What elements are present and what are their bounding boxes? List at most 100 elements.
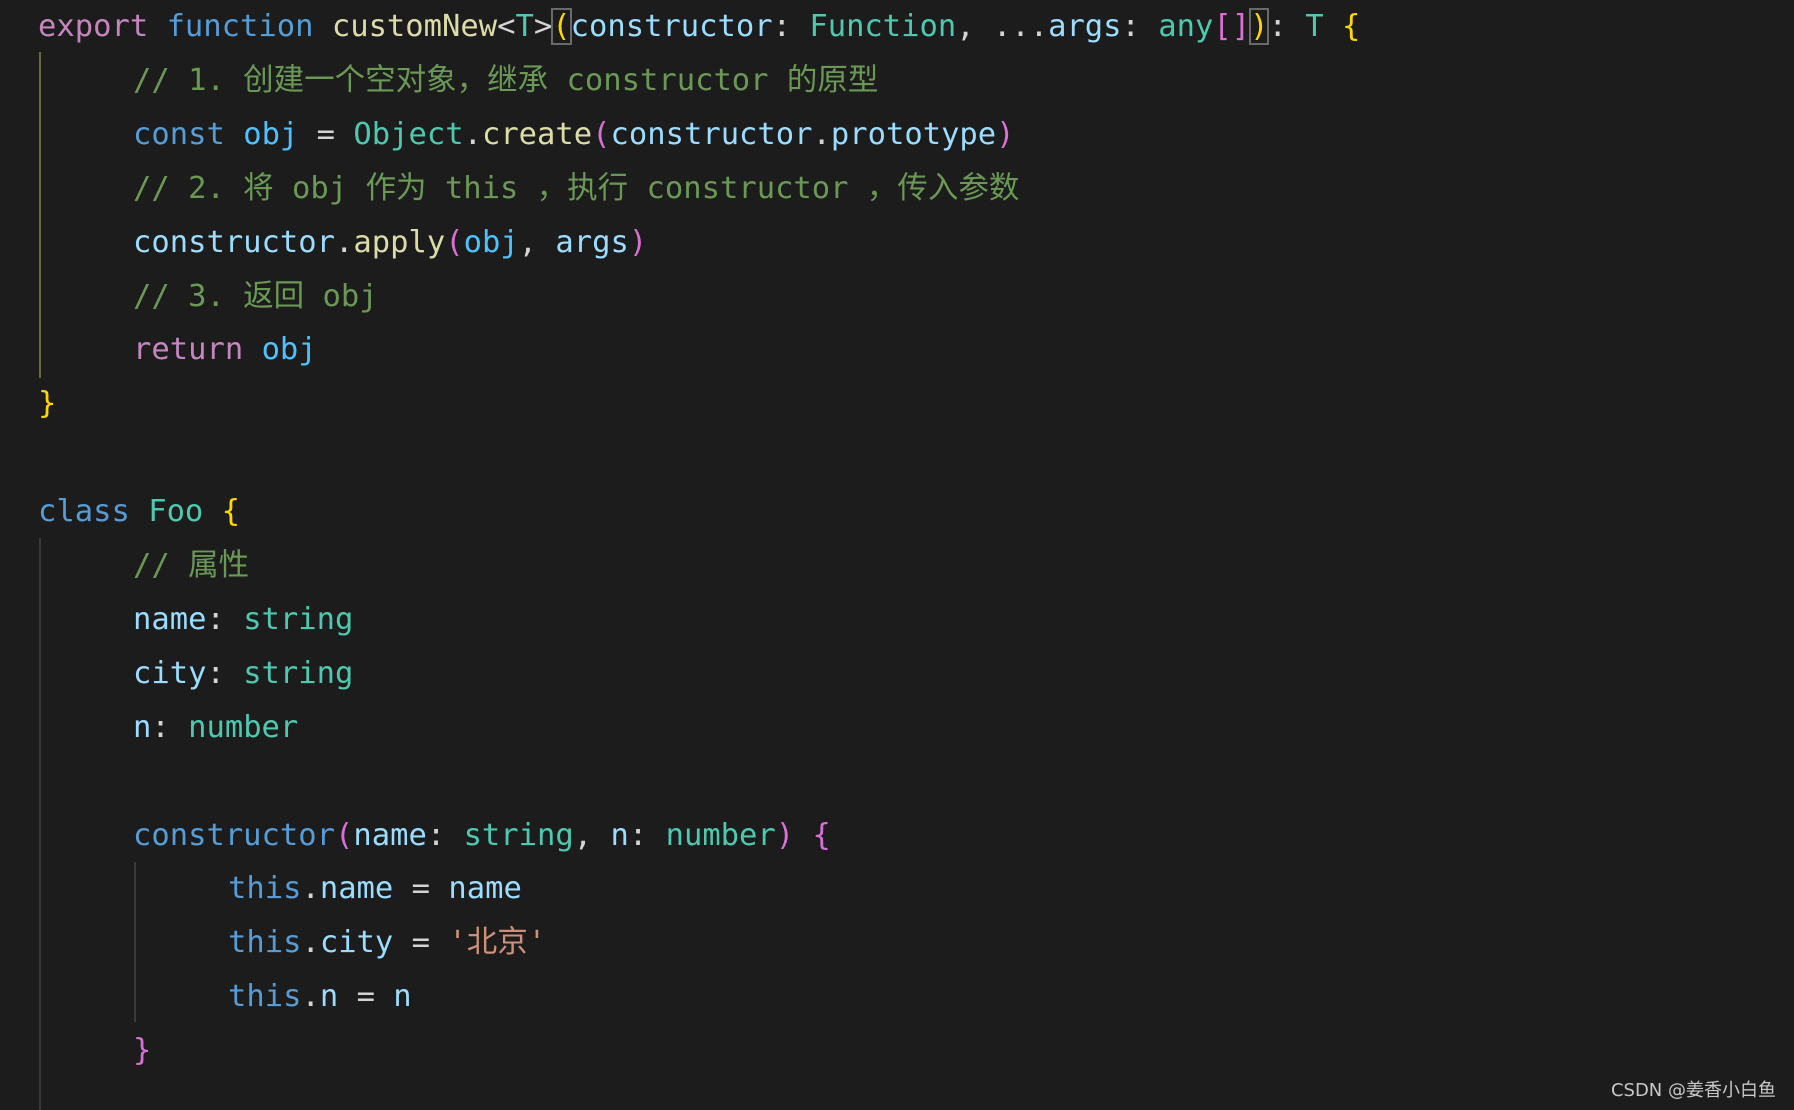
code-token: ) <box>775 817 795 853</box>
code-line[interactable]: } <box>38 377 56 431</box>
code-token: ) <box>996 116 1015 152</box>
code-token: : <box>426 817 464 853</box>
code-token: { <box>221 494 241 530</box>
code-token: ( <box>335 817 354 853</box>
code-line[interactable]: // 属性 <box>133 539 249 593</box>
code-token: . <box>812 116 831 152</box>
code-token: const <box>133 116 225 152</box>
code-token: '北京' <box>448 925 547 961</box>
code-token: // 3. 返回 obj <box>133 278 378 314</box>
code-token: obj <box>261 332 317 368</box>
code-token: n <box>393 979 412 1015</box>
code-token: . <box>301 979 320 1015</box>
code-token: } <box>133 1033 152 1069</box>
code-token: constructor <box>133 817 335 853</box>
code-token: , <box>518 224 556 260</box>
code-line[interactable]: this.city = '北京' <box>228 916 546 970</box>
code-token: < <box>497 9 516 44</box>
code-token: = <box>393 925 449 961</box>
code-line[interactable]: n: number <box>133 701 298 755</box>
code-token: string <box>463 817 574 853</box>
code-token: } <box>38 386 57 422</box>
code-token: ( <box>592 116 611 152</box>
code-token: . <box>301 925 320 961</box>
code-line[interactable]: constructor(name: string, n: number) { <box>133 809 831 863</box>
code-line[interactable]: constructor.apply(obj, args) <box>133 216 647 270</box>
code-token: { <box>1341 9 1361 44</box>
code-token: ( <box>551 8 572 45</box>
code-token: : <box>151 709 189 745</box>
code-token: , <box>573 817 611 853</box>
code-token: name <box>448 871 522 907</box>
code-line[interactable]: this.n = n <box>228 970 412 1024</box>
code-line[interactable]: const obj = Object.create(constructor.pr… <box>133 108 1015 162</box>
code-token: , <box>956 9 993 44</box>
code-token: this <box>228 925 302 961</box>
code-line[interactable]: // 3. 返回 obj <box>133 270 378 324</box>
code-token: : <box>772 9 810 44</box>
code-token: : <box>206 655 244 691</box>
code-token: obj <box>243 116 299 152</box>
code-line[interactable]: // 1. 创建一个空对象，继承 constructor 的原型 <box>133 54 878 108</box>
code-token: . <box>301 871 320 907</box>
code-token: = <box>338 979 394 1015</box>
code-token: constructor <box>133 224 335 260</box>
code-token: string <box>243 655 354 691</box>
indent-guide <box>39 538 41 1110</box>
code-token: obj <box>463 224 519 260</box>
code-token: : <box>206 601 244 637</box>
code-token: > <box>533 9 553 44</box>
code-token: number <box>188 709 299 745</box>
code-line[interactable]: } <box>133 1024 151 1078</box>
indent-guide <box>134 862 136 1022</box>
code-token: Foo <box>148 494 204 530</box>
code-token: constructor <box>610 116 813 152</box>
code-token: ( <box>445 224 464 260</box>
code-token: n <box>319 979 339 1015</box>
code-token: customNew <box>331 9 498 44</box>
code-token: prototype <box>830 116 997 152</box>
code-token: name <box>319 871 394 907</box>
code-token: name <box>353 817 427 853</box>
code-token: ) <box>1249 8 1270 45</box>
code-token: args <box>1048 9 1122 44</box>
code-token: class <box>38 494 130 530</box>
code-token: ) <box>628 224 648 260</box>
code-line[interactable]: export function customNew<T>(constructor… <box>38 0 1360 54</box>
code-token: name <box>133 601 207 637</box>
code-token: { <box>812 817 831 853</box>
code-token: Object <box>353 116 464 152</box>
code-token: Function <box>809 9 957 44</box>
code-token: function <box>166 9 314 44</box>
code-token: n <box>133 709 152 745</box>
code-token: apply <box>353 224 446 260</box>
code-token: create <box>481 116 593 152</box>
code-line[interactable]: this.name = name <box>228 862 522 916</box>
code-line[interactable]: return obj <box>133 323 317 377</box>
code-token: // 2. 将 obj 作为 this ，执行 constructor ，传入参… <box>133 170 1020 206</box>
code-line[interactable]: // 2. 将 obj 作为 this ，执行 constructor ，传入参… <box>133 162 1019 216</box>
code-line[interactable]: class Foo { <box>38 485 240 539</box>
code-token: return <box>133 332 244 368</box>
code-token: // 1. 创建一个空对象，继承 constructor 的原型 <box>133 62 879 98</box>
code-token: number <box>665 817 776 853</box>
code-token: : <box>1268 9 1306 44</box>
code-token: : <box>1121 9 1159 44</box>
code-token: args <box>555 224 629 260</box>
code-token: string <box>243 601 354 637</box>
code-token: n <box>610 817 629 853</box>
code-token: T <box>1305 9 1324 44</box>
code-token: any <box>1158 9 1214 44</box>
code-token: city <box>133 655 207 691</box>
code-editor[interactable]: export function customNew<T>(constructor… <box>0 0 1794 1110</box>
code-line[interactable]: city: string <box>133 647 353 701</box>
code-token: = <box>393 871 449 907</box>
code-token: = <box>298 116 354 152</box>
code-line[interactable]: name: string <box>133 593 353 647</box>
